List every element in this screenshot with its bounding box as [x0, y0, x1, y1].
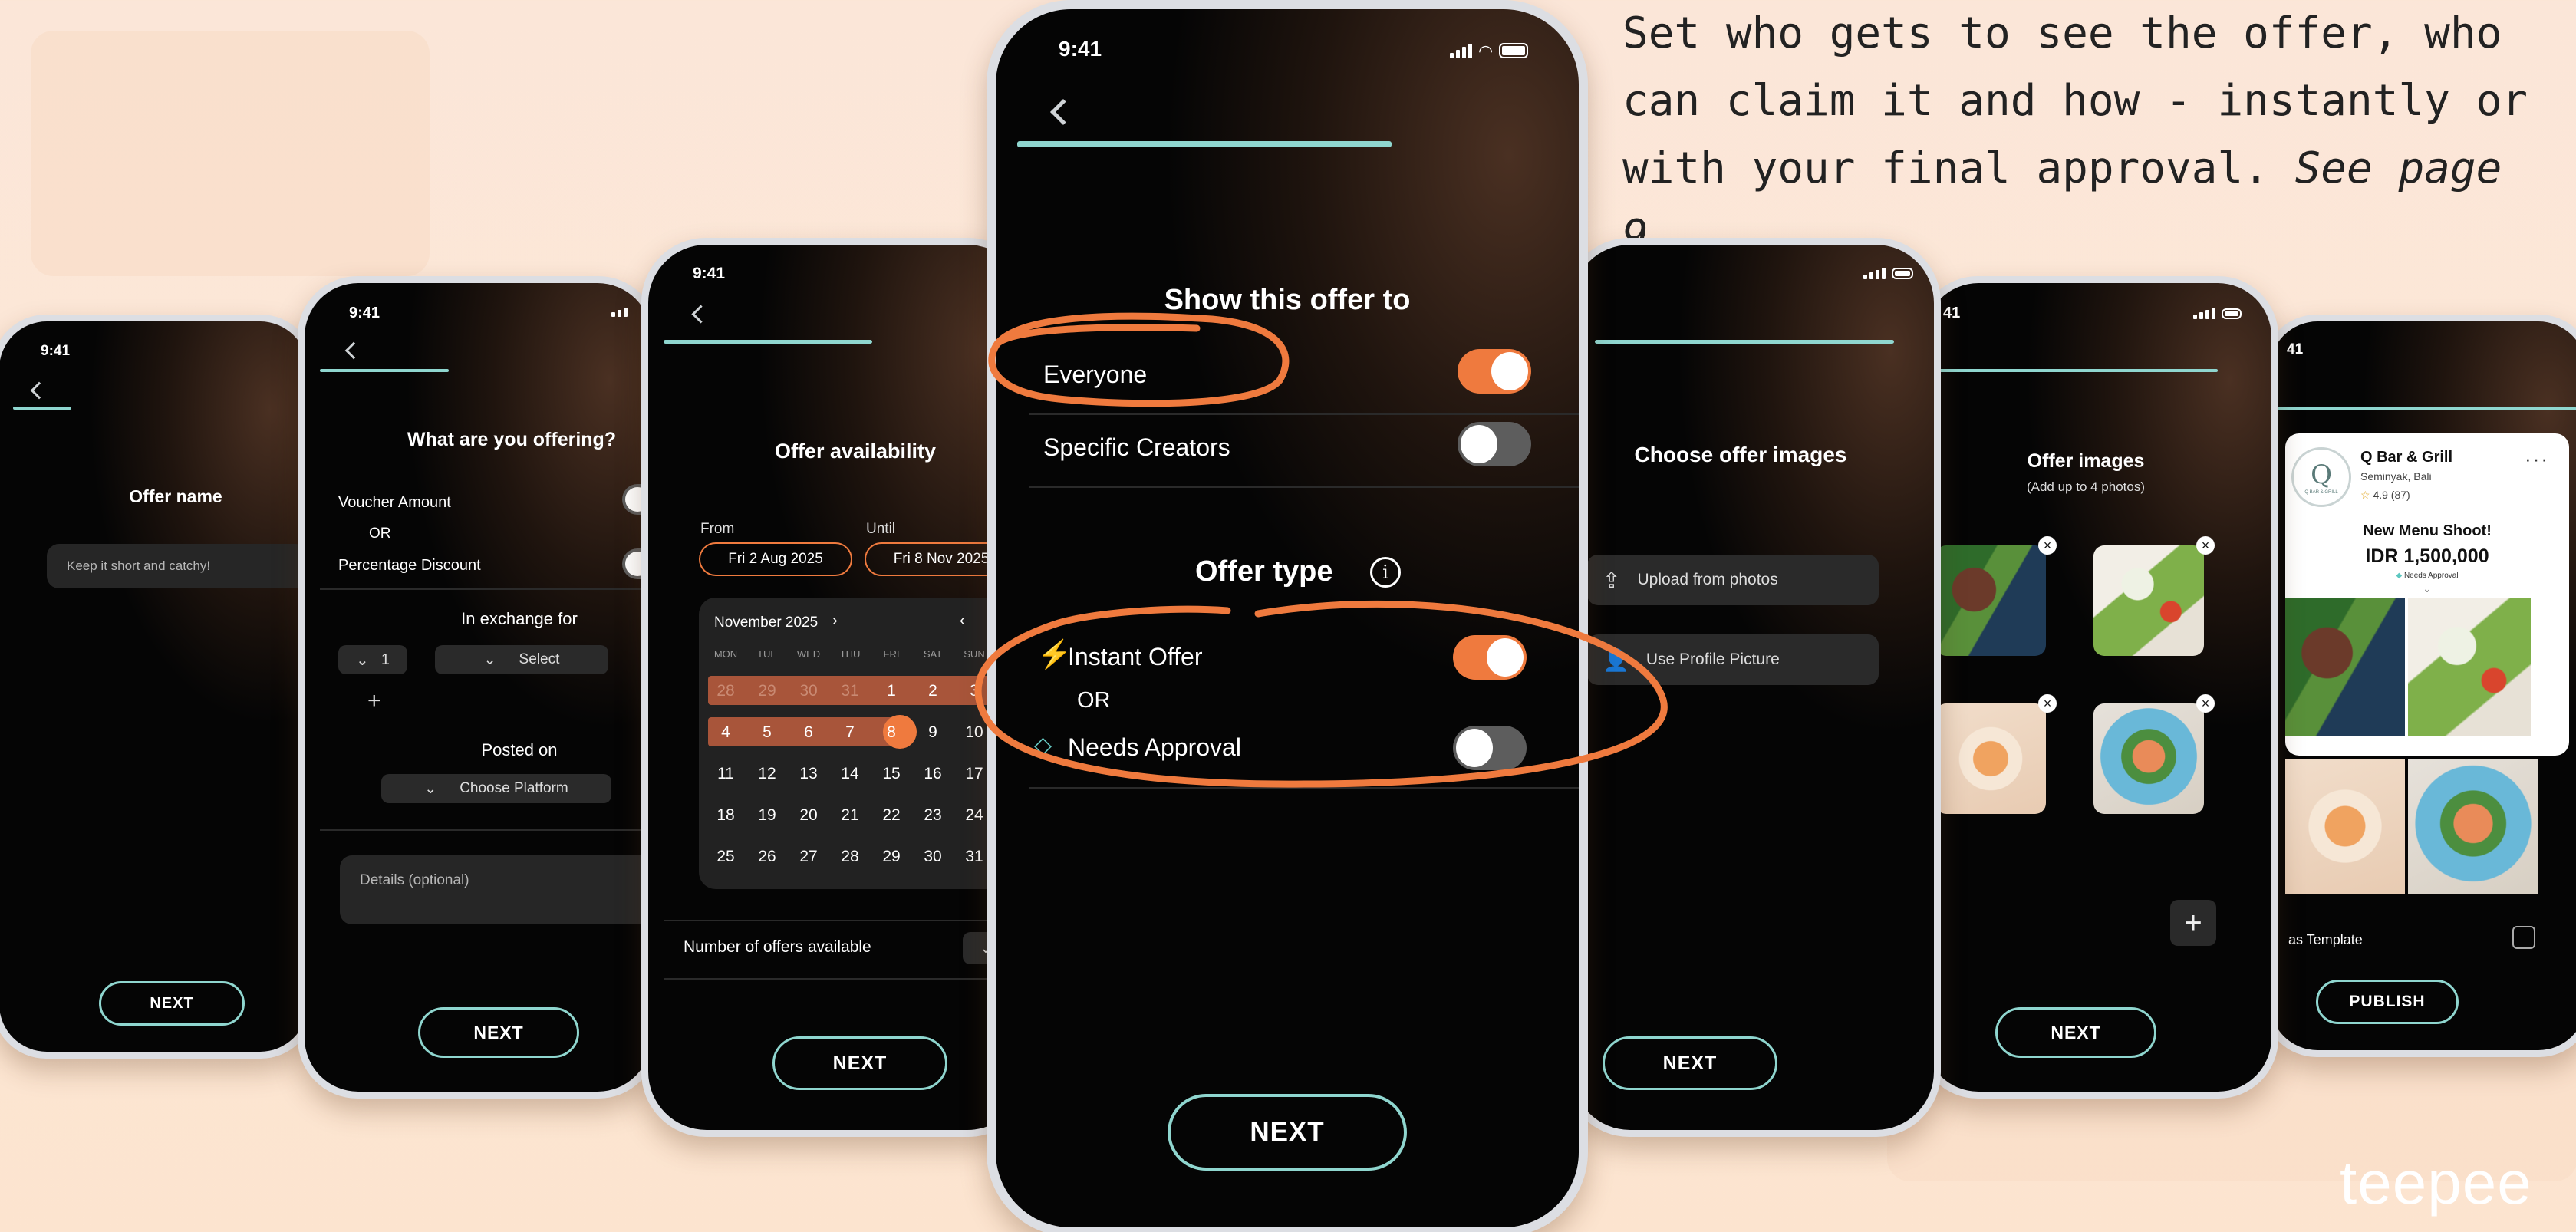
everyone-circle-annotation	[988, 312, 1290, 407]
brand-logo: teepee	[2340, 1148, 2532, 1217]
offer-type-circle-annotation	[974, 600, 1668, 788]
annotation-overlay	[974, 312, 1668, 788]
